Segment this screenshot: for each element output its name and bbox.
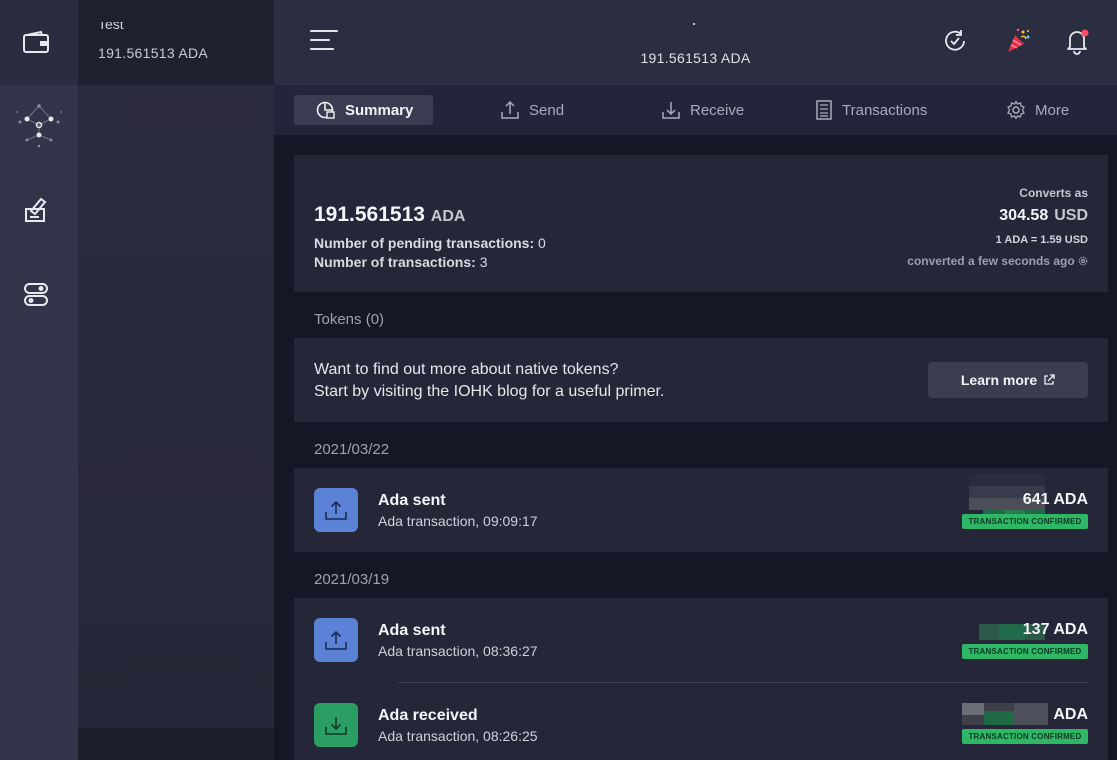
tokens-card: Want to find out more about native token… — [294, 338, 1108, 422]
balance-amount: 191.561513 ADA — [314, 203, 465, 227]
conversion-time-text: converted a few seconds ago — [907, 254, 1075, 268]
notification-bell-icon[interactable] — [1062, 26, 1092, 56]
usd-unit: USD — [1054, 207, 1088, 224]
balance-value: 191.561513 — [314, 203, 425, 226]
staking-icon[interactable] — [12, 100, 66, 150]
tab-more[interactable]: More — [984, 95, 1091, 125]
exchange-rate: 1 ADA = 1.59 USD — [995, 234, 1088, 246]
wallet-name: Test — [98, 22, 124, 30]
receive-icon — [662, 102, 680, 119]
status-badge: TRANSACTION CONFIRMED — [962, 729, 1088, 744]
transaction-title: Ada sent — [378, 492, 446, 509]
date-header: 2021/03/19 — [314, 571, 390, 588]
tab-label: Transactions — [842, 101, 928, 119]
converts-label: Converts as — [1019, 186, 1088, 200]
pending-label: Number of pending transactions: — [314, 235, 535, 251]
transaction-amount: 137 ADA — [1022, 621, 1088, 638]
tokens-label: Tokens (0) — [314, 311, 385, 328]
send-icon — [314, 488, 358, 532]
balance-unit: ADA — [430, 208, 466, 225]
left-rail — [0, 0, 78, 760]
top-bar: 191.561513 ADA — [274, 0, 1117, 85]
tab-label: More — [1035, 101, 1070, 119]
transaction-row[interactable]: Ada sent Ada transaction, 09:09:17 641 A… — [294, 468, 1108, 552]
pending-value: 0 — [538, 235, 546, 251]
tab-label: Summary — [345, 101, 414, 119]
tab-label: Receive — [690, 101, 745, 119]
transaction-group: Ada sent Ada transaction, 08:36:27 137 A… — [294, 598, 1108, 760]
transaction-subtitle: Ada transaction, 08:36:27 — [378, 643, 538, 659]
add-wallet-footer[interactable] — [78, 728, 274, 760]
wallet-name-dot — [693, 23, 695, 25]
conversion-time: converted a few seconds ago — [907, 254, 1088, 268]
count-value: 3 — [479, 254, 488, 270]
tab-send[interactable]: Send — [478, 95, 586, 125]
top-balance: 191.561513 ADA — [640, 50, 751, 66]
transaction-amount: 641 ADA — [1022, 491, 1088, 508]
summary-icon — [316, 101, 335, 119]
learn-more-button[interactable]: Learn more — [928, 362, 1088, 398]
count-label: Number of transactions: — [314, 254, 476, 270]
transaction-count: Number of transactions: 3 — [314, 254, 488, 270]
usd-conversion: 304.58 USD — [999, 207, 1088, 225]
transaction-row[interactable]: Ada received Ada transaction, 08:26:25 A… — [294, 683, 1108, 760]
balance-summary-card: 191.561513 ADA Number of pending transac… — [294, 155, 1108, 292]
receive-icon — [314, 703, 358, 747]
external-link-icon — [1044, 374, 1055, 385]
transaction-group: Ada sent Ada transaction, 09:09:17 641 A… — [294, 468, 1108, 552]
news-party-icon[interactable] — [1003, 26, 1033, 56]
status-badge: TRANSACTION CONFIRMED — [962, 644, 1088, 659]
send-icon — [314, 618, 358, 662]
transactions-icon — [816, 100, 832, 120]
status-badge: TRANSACTION CONFIRMED — [962, 514, 1088, 529]
gear-icon[interactable] — [1078, 256, 1088, 266]
tab-summary[interactable]: Summary — [294, 95, 433, 125]
transaction-subtitle: Ada transaction, 08:26:25 — [378, 728, 538, 744]
redacted-amount — [962, 703, 1048, 725]
menu-icon[interactable] — [310, 30, 338, 52]
learn-more-label: Learn more — [960, 372, 1038, 388]
tab-label: Send — [529, 101, 565, 119]
transaction-title: Ada received — [378, 707, 478, 724]
summary-content: 191.561513 ADA Number of pending transac… — [274, 135, 1117, 760]
pending-transactions: Number of pending transactions: 0 — [314, 235, 546, 251]
gear-icon — [1007, 100, 1025, 120]
sync-icon[interactable] — [940, 26, 970, 56]
transaction-subtitle: Ada transaction, 09:09:17 — [378, 513, 538, 529]
tokens-info-line2: Start by visiting the IOHK blog for a us… — [314, 383, 665, 400]
tab-transactions[interactable]: Transactions — [793, 95, 949, 125]
wallet-list-item[interactable]: Test 191.561513 ADA — [78, 0, 274, 85]
transaction-amount: ADA — [1053, 706, 1088, 723]
wallet-nav: Summary Send Receive Transactions More — [274, 85, 1117, 135]
settings-toggle-icon[interactable] — [19, 277, 53, 311]
date-header: 2021/03/22 — [314, 441, 390, 458]
wallet-list-panel: Test 191.561513 ADA — [78, 0, 274, 760]
send-icon — [501, 100, 519, 119]
tab-receive[interactable]: Receive — [639, 95, 766, 125]
tokens-info: Want to find out more about native token… — [314, 359, 664, 403]
wallet-icon[interactable] — [19, 25, 53, 59]
voting-icon[interactable] — [19, 193, 53, 227]
wallet-balance: 191.561513 ADA — [98, 45, 209, 61]
tokens-info-line1: Want to find out more about native token… — [314, 361, 619, 378]
usd-value: 304.58 — [999, 207, 1049, 224]
transaction-title: Ada sent — [378, 622, 446, 639]
rail-wallet-tab[interactable] — [0, 0, 78, 85]
transaction-row[interactable]: Ada sent Ada transaction, 08:36:27 137 A… — [294, 598, 1108, 682]
